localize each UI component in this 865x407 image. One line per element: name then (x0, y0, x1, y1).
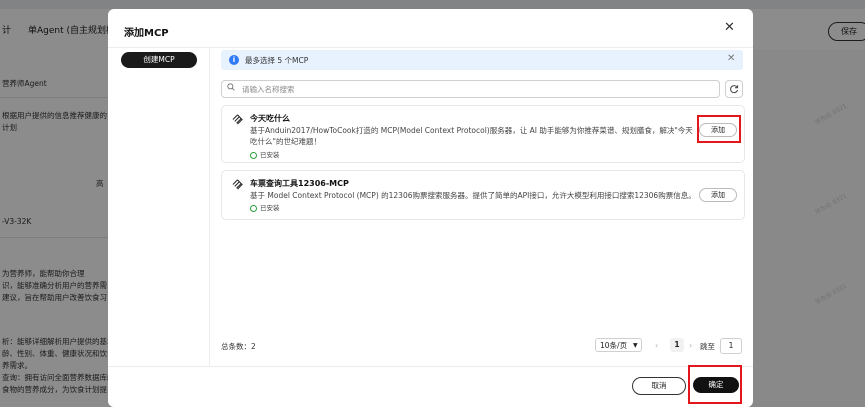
page-number[interactable]: 1 (670, 338, 684, 352)
search-box (221, 80, 720, 98)
confirm-button[interactable]: 确定 (693, 377, 739, 393)
refresh-button[interactable] (725, 80, 743, 98)
mcp-logo-icon (232, 114, 243, 125)
mcp-logo-icon (232, 179, 243, 190)
installed-status: 已安装 (250, 202, 280, 212)
status-dot-icon (250, 204, 257, 212)
status-dot-icon (250, 151, 257, 159)
create-mcp-button[interactable]: 创建MCP (121, 52, 197, 68)
status-text: 已安装 (260, 151, 280, 159)
jump-page-input[interactable]: 1 (720, 338, 742, 354)
next-page-icon[interactable]: › (689, 341, 692, 350)
mcp-card-description: 基于 Model Context Protocol (MCP) 的12306购票… (250, 191, 696, 200)
dialog-sidebar: 创建MCP (108, 48, 210, 366)
add-button[interactable]: 添加 (699, 188, 737, 202)
chevron-down-icon: ▼ (633, 342, 638, 349)
mcp-card-title: 今天吃什么 (250, 114, 290, 123)
info-icon: i (229, 55, 239, 65)
add-mcp-dialog: 添加MCP ✕ 创建MCP i 最多选择 5 个MCP ✕ 今天吃什么 基于An… (108, 9, 753, 407)
close-icon[interactable]: ✕ (724, 21, 735, 34)
prev-page-icon[interactable]: ‹ (655, 341, 658, 350)
jump-label: 跳至 (700, 342, 715, 351)
add-button[interactable]: 添加 (699, 123, 737, 137)
page-size-value: 10条/页 (600, 341, 628, 350)
status-text: 已安装 (260, 204, 280, 212)
mcp-card-description: 基于Anduin2017/HowToCook打造的 MCP(Model Cont… (250, 126, 693, 146)
info-text: 最多选择 5 个MCP (245, 56, 309, 65)
alert-close-icon[interactable]: ✕ (727, 53, 735, 64)
installed-status: 已安装 (250, 149, 280, 159)
page-size-select[interactable]: 10条/页 ▼ (595, 338, 642, 352)
total-count: 总条数：2 (221, 342, 256, 351)
info-alert: i 最多选择 5 个MCP ✕ (221, 50, 743, 70)
mcp-card-title: 车票查询工具12306-MCP (250, 179, 349, 188)
cancel-button[interactable]: 取消 (632, 377, 686, 395)
refresh-icon (730, 85, 739, 94)
mcp-card: 今天吃什么 基于Anduin2017/HowToCook打造的 MCP(Mode… (221, 105, 745, 163)
dialog-title: 添加MCP (124, 28, 169, 39)
search-input[interactable] (240, 82, 714, 97)
divider (108, 366, 753, 367)
mcp-card: 车票查询工具12306-MCP 基于 Model Context Protoco… (221, 170, 745, 220)
search-icon (227, 83, 235, 91)
